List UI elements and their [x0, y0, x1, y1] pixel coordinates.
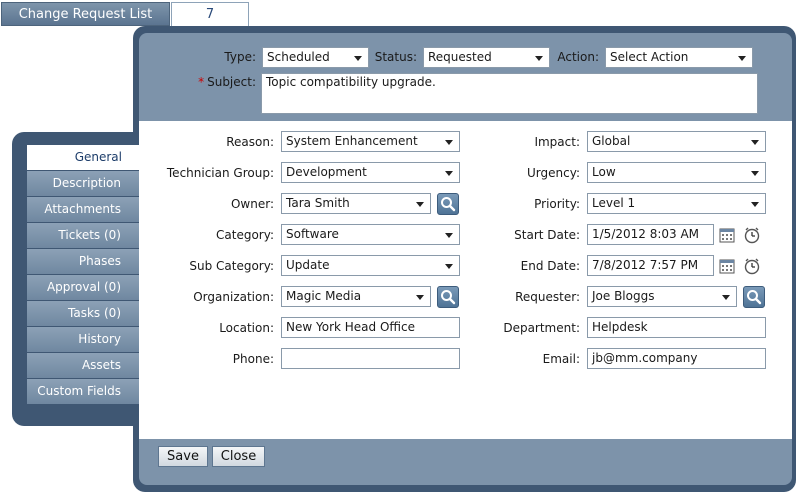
subject-label-text: Subject:	[207, 75, 256, 89]
owner-search-button[interactable]	[437, 193, 459, 215]
chevron-down-icon	[738, 56, 746, 61]
calendar-icon	[719, 259, 735, 274]
start-date-label: Start Date:	[514, 228, 580, 242]
chevron-down-icon	[416, 202, 424, 207]
location-input[interactable]: New York Head Office	[281, 317, 460, 338]
email-label: Email:	[542, 352, 580, 366]
chevron-down-icon	[445, 264, 453, 269]
tab-history[interactable]: History	[27, 327, 139, 352]
urgency-value: Low	[592, 165, 616, 179]
phone-label: Phone:	[232, 352, 274, 366]
owner-label: Owner:	[230, 197, 274, 211]
impact-select[interactable]: Global	[587, 131, 766, 152]
status-label: Status:	[374, 50, 417, 64]
close-button[interactable]: Close	[212, 446, 265, 467]
urgency-label: Urgency:	[527, 166, 580, 180]
owner-select[interactable]: Tara Smith	[281, 193, 431, 214]
chevron-down-icon	[751, 140, 759, 145]
technician-group-label: Technician Group:	[166, 166, 274, 180]
reason-value: System Enhancement	[286, 134, 418, 148]
request-count: 7	[171, 2, 249, 26]
sub-category-label: Sub Category:	[189, 259, 274, 273]
tab-phases[interactable]: Phases	[27, 249, 139, 274]
tab-description[interactable]: Description	[27, 171, 139, 196]
subject-label: * Subject:	[170, 75, 256, 89]
save-button[interactable]: Save	[158, 446, 208, 467]
email-input[interactable]: jb@mm.company	[587, 348, 766, 369]
status-select[interactable]: Requested	[423, 47, 550, 68]
technician-group-value: Development	[286, 165, 367, 179]
category-value: Software	[286, 227, 339, 241]
chevron-down-icon	[751, 202, 759, 207]
phone-input[interactable]	[281, 348, 460, 369]
tab-attachments[interactable]: Attachments	[27, 197, 139, 222]
sub-category-value: Update	[286, 258, 330, 272]
type-select[interactable]: Scheduled	[262, 47, 369, 68]
department-input[interactable]: Helpdesk	[587, 317, 766, 338]
reason-select[interactable]: System Enhancement	[281, 131, 460, 152]
organization-select[interactable]: Magic Media	[281, 286, 431, 307]
search-icon	[747, 290, 762, 305]
location-label: Location:	[219, 321, 274, 335]
chevron-down-icon	[445, 233, 453, 238]
chevron-down-icon	[445, 171, 453, 176]
requester-value: Joe Bloggs	[592, 289, 655, 303]
action-value: Select Action	[610, 50, 689, 64]
type-label: Type:	[224, 50, 256, 64]
tab-tickets[interactable]: Tickets (0)	[27, 223, 139, 248]
required-marker: *	[198, 75, 205, 89]
organization-label: Organization:	[193, 290, 274, 304]
department-label: Department:	[503, 321, 580, 335]
impact-label: Impact:	[534, 135, 580, 149]
start-date-calendar-button[interactable]	[718, 226, 736, 244]
organization-search-button[interactable]	[437, 286, 459, 308]
end-date-label: End Date:	[520, 259, 580, 273]
chevron-down-icon	[722, 295, 730, 300]
tab-approval[interactable]: Approval (0)	[27, 275, 139, 300]
search-icon	[441, 290, 456, 305]
subject-input[interactable]: Topic compatibility upgrade.	[261, 73, 758, 114]
sub-category-select[interactable]: Update	[281, 255, 460, 276]
clock-icon	[744, 258, 760, 275]
type-value: Scheduled	[267, 50, 330, 64]
tab-assets[interactable]: Assets	[27, 353, 139, 378]
urgency-select[interactable]: Low	[587, 162, 766, 183]
chevron-down-icon	[751, 171, 759, 176]
action-select[interactable]: Select Action	[605, 47, 753, 68]
priority-value: Level 1	[592, 196, 636, 210]
change-request-list-button[interactable]: Change Request List	[1, 2, 170, 26]
tab-tasks[interactable]: Tasks (0)	[27, 301, 139, 326]
end-date-calendar-button[interactable]	[718, 257, 736, 275]
start-date-input[interactable]: 1/5/2012 8:03 AM	[587, 224, 714, 245]
technician-group-select[interactable]: Development	[281, 162, 460, 183]
requester-label: Requester:	[515, 290, 580, 304]
reason-label: Reason:	[226, 135, 274, 149]
search-icon	[441, 197, 456, 212]
priority-label: Priority:	[534, 197, 580, 211]
priority-select[interactable]: Level 1	[587, 193, 766, 214]
chevron-down-icon	[445, 140, 453, 145]
category-select[interactable]: Software	[281, 224, 460, 245]
category-label: Category:	[216, 228, 274, 242]
end-date-input[interactable]: 7/8/2012 7:57 PM	[587, 255, 714, 276]
start-date-time-button[interactable]	[743, 226, 761, 244]
end-date-time-button[interactable]	[743, 257, 761, 275]
requester-search-button[interactable]	[743, 286, 765, 308]
clock-icon	[744, 227, 760, 244]
calendar-icon	[719, 228, 735, 243]
impact-value: Global	[592, 134, 631, 148]
tab-custom-fields[interactable]: Custom Fields	[27, 379, 139, 404]
action-label: Action:	[557, 50, 599, 64]
organization-value: Magic Media	[286, 289, 362, 303]
chevron-down-icon	[416, 295, 424, 300]
requester-select[interactable]: Joe Bloggs	[587, 286, 737, 307]
owner-value: Tara Smith	[286, 196, 350, 210]
status-value: Requested	[428, 50, 492, 64]
tab-general[interactable]: General	[27, 145, 140, 170]
